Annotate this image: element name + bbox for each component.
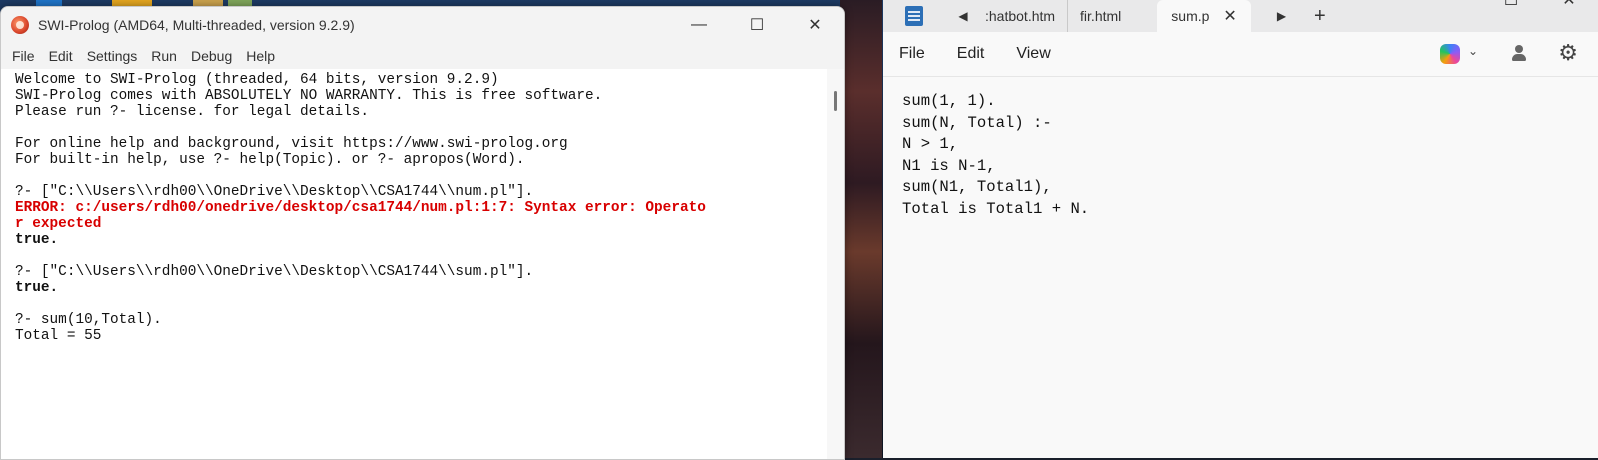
menu-bar: File Edit Settings Run Debug Help bbox=[1, 43, 844, 68]
console-line: true. bbox=[15, 232, 59, 248]
console-line: ?- sum(10,Total). bbox=[15, 312, 162, 328]
minimize-button[interactable]: — bbox=[1424, 0, 1482, 10]
menu-edit[interactable]: Edit bbox=[42, 48, 80, 64]
wallpaper-art bbox=[840, 0, 882, 458]
editor-line: N > 1, bbox=[902, 135, 959, 154]
console-line: Welcome to SWI-Prolog (threaded, 64 bits… bbox=[15, 72, 499, 88]
tab-chatbot-htm[interactable]: :hatbot.htm bbox=[973, 0, 1069, 32]
console-line: For built-in help, use ?- help(Topic). o… bbox=[15, 152, 525, 168]
notepad-icon bbox=[905, 6, 923, 26]
maximize-button[interactable]: ☐ bbox=[1482, 0, 1540, 10]
console-error-line: ERROR: c:/users/rdh00/onedrive/desktop/c… bbox=[15, 200, 706, 216]
scrollbar-thumb[interactable] bbox=[834, 91, 837, 111]
console-line: ?- ["C:\\Users\\rdh00\\OneDrive\\Desktop… bbox=[15, 264, 534, 280]
menu-debug[interactable]: Debug bbox=[184, 48, 239, 64]
tab-fir-html[interactable]: fir.html bbox=[1068, 0, 1133, 32]
menu-help[interactable]: Help bbox=[239, 48, 282, 64]
tab-label: sum.p bbox=[1171, 8, 1210, 24]
editor-line: sum(N, Total) :- bbox=[902, 113, 1052, 132]
menu-file[interactable]: File bbox=[899, 45, 925, 63]
tab-strip: ◀ :hatbot.htm fir.html sum.p ✕ ▶ + — ☐ ✕ bbox=[883, 0, 1598, 32]
console-error-line: r expected bbox=[15, 216, 102, 232]
editor-line: sum(1, 1). bbox=[902, 92, 996, 110]
console-line: Total = 55 bbox=[15, 328, 102, 344]
title-bar[interactable]: SWI-Prolog (AMD64, Multi-threaded, versi… bbox=[1, 7, 844, 43]
editor-line: N1 is N-1, bbox=[902, 156, 996, 175]
menu-settings[interactable]: Settings bbox=[80, 48, 145, 64]
window-title: SWI-Prolog (AMD64, Multi-threaded, versi… bbox=[38, 17, 355, 33]
tab-label: :hatbot.htm bbox=[985, 8, 1056, 24]
console-line: SWI-Prolog comes with ABSOLUTELY NO WARR… bbox=[15, 88, 603, 104]
console-line: true. bbox=[15, 280, 59, 296]
tab-close-icon[interactable]: ✕ bbox=[1223, 6, 1236, 26]
close-button[interactable]: ✕ bbox=[786, 7, 844, 43]
maximize-button[interactable]: ☐ bbox=[728, 7, 786, 43]
notepad-window: ◀ :hatbot.htm fir.html sum.p ✕ ▶ + — ☐ ✕… bbox=[883, 0, 1598, 458]
settings-icon[interactable]: ⚙ bbox=[1558, 40, 1578, 66]
swi-prolog-owl-icon bbox=[11, 16, 29, 34]
tab-scroll-right-icon[interactable]: ▶ bbox=[1277, 9, 1286, 23]
minimize-button[interactable]: — bbox=[670, 7, 728, 43]
tab-sum-pl[interactable]: sum.p ✕ bbox=[1157, 0, 1251, 32]
editor-line: Total is Total1 + N. bbox=[902, 199, 1090, 218]
notepad-window-controls: — ☐ ✕ bbox=[1424, 0, 1598, 10]
swi-prolog-window: SWI-Prolog (AMD64, Multi-threaded, versi… bbox=[0, 6, 845, 460]
close-button[interactable]: ✕ bbox=[1540, 0, 1598, 10]
chevron-down-icon[interactable]: ⌄ bbox=[1468, 44, 1478, 58]
profile-icon[interactable] bbox=[1512, 45, 1526, 61]
console-scrollbar[interactable] bbox=[827, 69, 844, 459]
add-tab-button[interactable]: + bbox=[1314, 5, 1326, 28]
prolog-console[interactable]: Welcome to SWI-Prolog (threaded, 64 bits… bbox=[1, 69, 827, 459]
text-editor[interactable]: sum(1, 1). sum(N, Total) :- N > 1, N1 is N-… bbox=[883, 77, 1598, 458]
console-line: ?- ["C:\\Users\\rdh00\\OneDrive\\Desktop… bbox=[15, 184, 534, 200]
editor-line: sum(N1, Total1), bbox=[902, 178, 1052, 197]
menu-file[interactable]: File bbox=[5, 48, 42, 64]
tab-scroll-left-icon[interactable]: ◀ bbox=[953, 9, 973, 23]
tab-label: fir.html bbox=[1080, 8, 1122, 24]
notepad-menu-bar: File Edit View ⌄ ⚙ bbox=[883, 32, 1598, 77]
menu-edit[interactable]: Edit bbox=[957, 45, 985, 63]
menu-run[interactable]: Run bbox=[144, 48, 184, 64]
console-line: Please run ?- license. for legal details… bbox=[15, 104, 370, 120]
copilot-icon[interactable] bbox=[1440, 44, 1460, 64]
menu-view[interactable]: View bbox=[1016, 45, 1050, 63]
console-line: For online help and background, visit ht… bbox=[15, 136, 568, 152]
